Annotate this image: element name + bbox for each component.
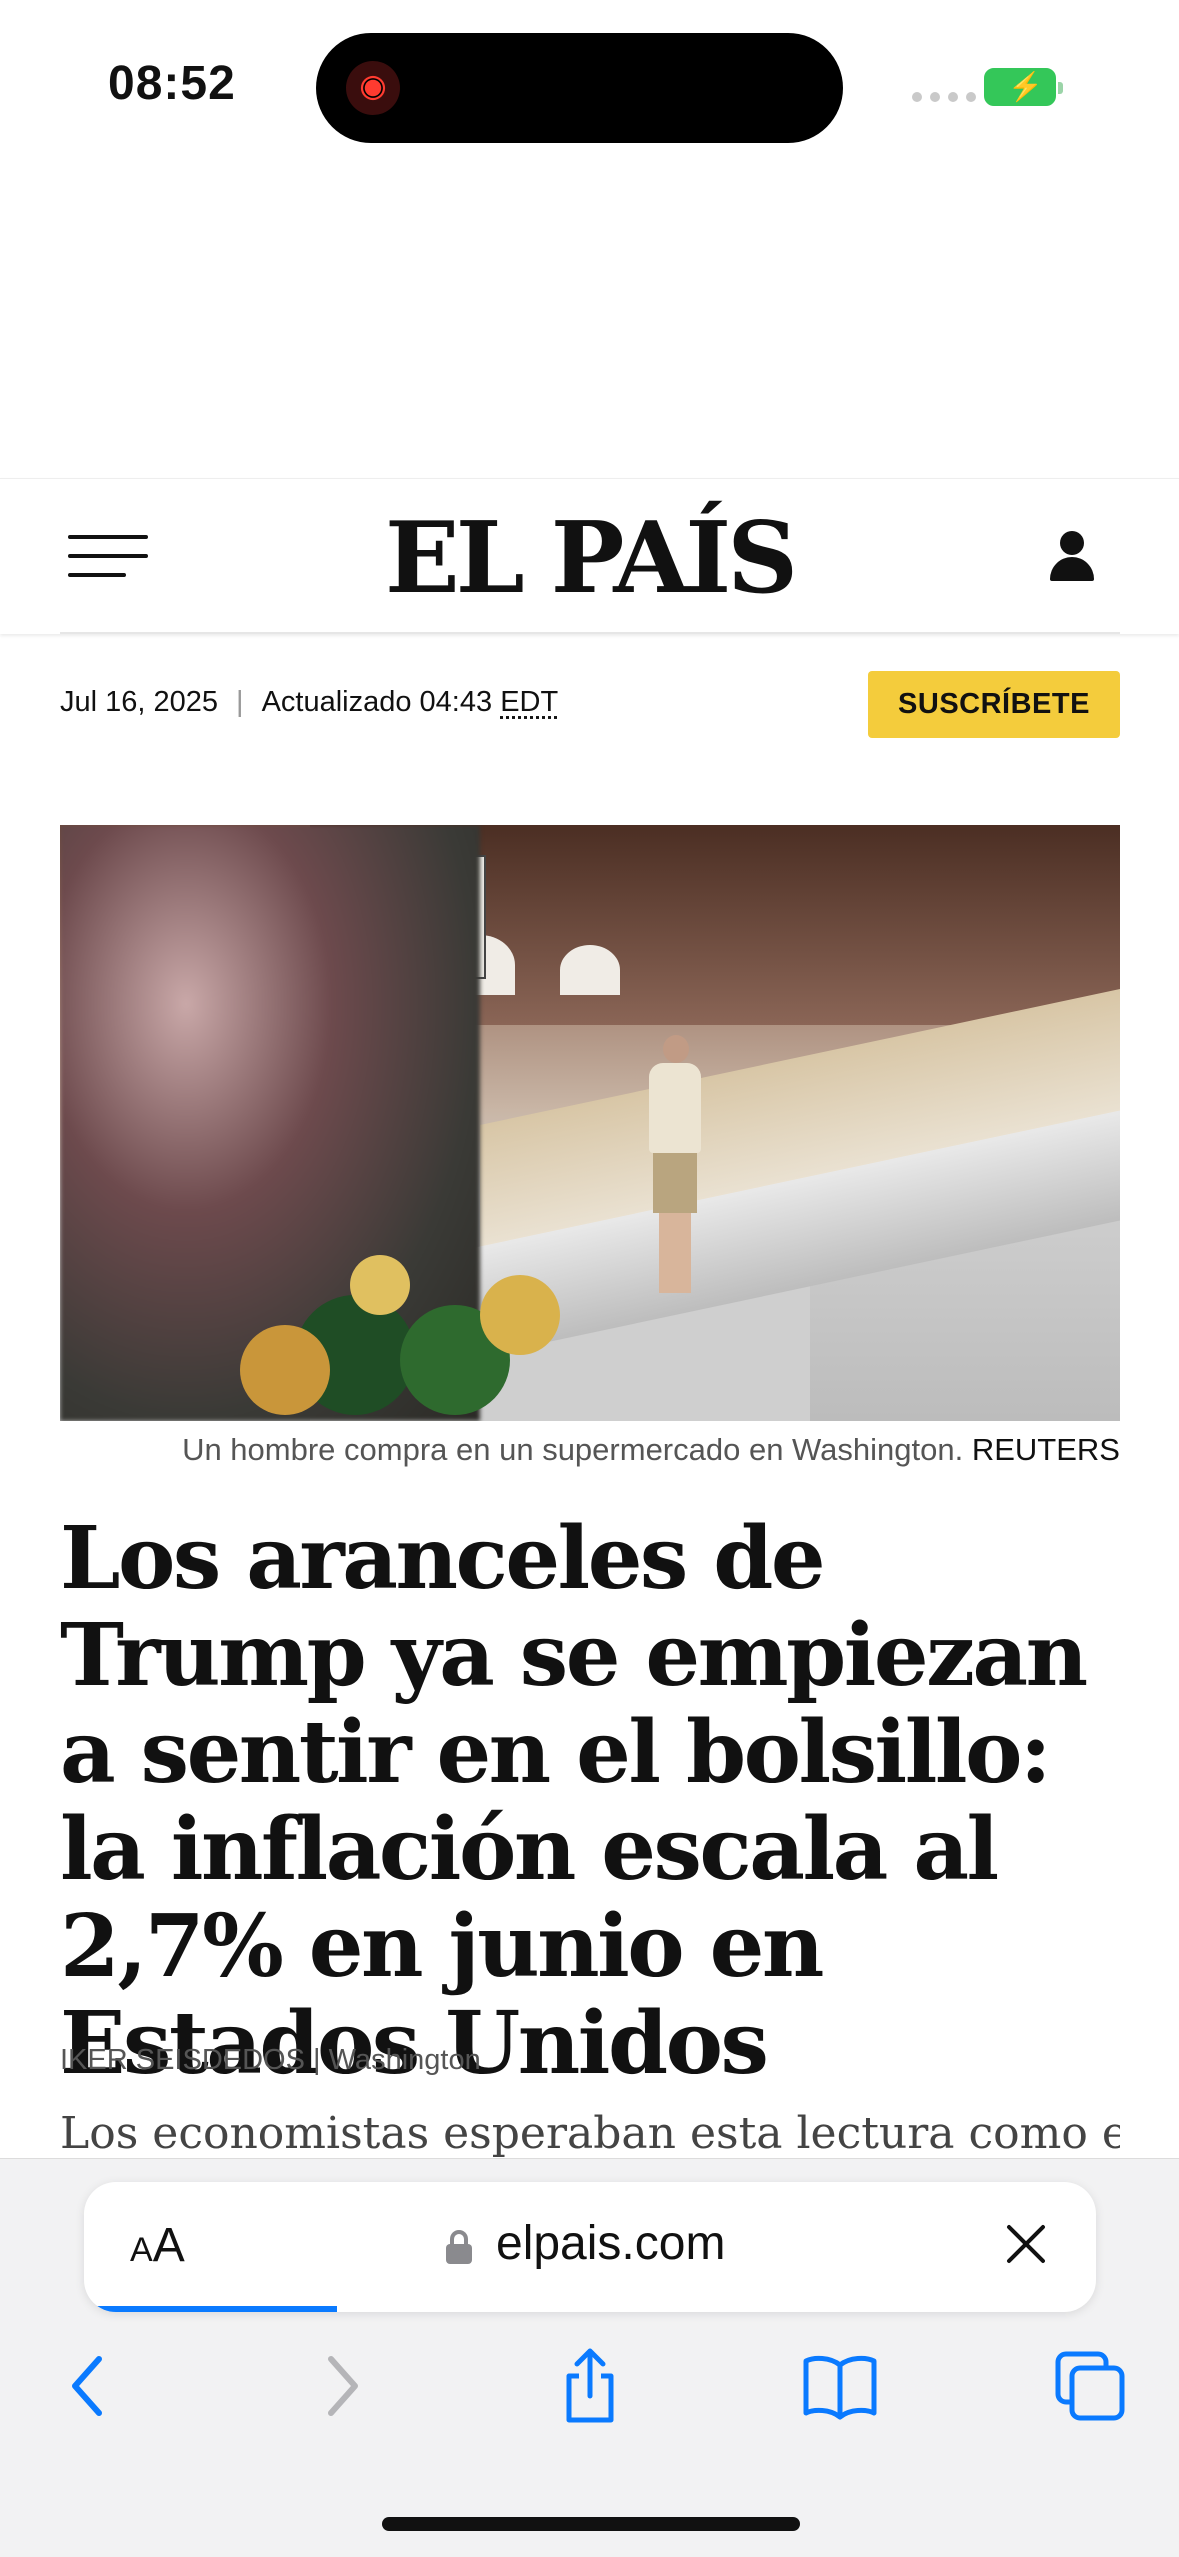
back-button[interactable]	[48, 2346, 128, 2426]
account-icon[interactable]	[1048, 531, 1096, 583]
status-bar: 08:52 ⚡	[0, 0, 1179, 160]
article-headline: Los aranceles de Trump ya se empiezan a …	[60, 1508, 1088, 2094]
share-icon	[566, 2348, 614, 2423]
screen-recording-icon	[346, 61, 400, 115]
battery-charging-icon: ⚡	[984, 68, 1063, 106]
byline: IKER SEISDEDOS | Washington	[60, 2044, 481, 2077]
site-logo[interactable]: EL PAÍS	[0, 501, 1179, 616]
updated-time: Actualizado 04:43	[261, 686, 493, 718]
caption-text: Un hombre compra en un supermercado en W…	[182, 1432, 964, 1467]
forward-button[interactable]	[302, 2346, 382, 2426]
book-icon	[803, 2355, 877, 2420]
page-settings-button[interactable]: AA	[130, 2218, 185, 2273]
bookmarks-button[interactable]	[800, 2346, 880, 2426]
subscribe-button[interactable]: SUSCRÍBETE	[868, 671, 1120, 738]
byline-location: Washington	[328, 2044, 481, 2076]
tabs-icon	[1055, 2351, 1125, 2421]
page-load-progress	[84, 2306, 337, 2312]
photo-caption: Un hombre compra en un supermercado en W…	[60, 1432, 1120, 1468]
site-header: EL PAÍS	[0, 478, 1179, 634]
article-photo[interactable]	[60, 825, 1120, 1421]
lock-icon	[446, 2230, 472, 2264]
tabs-button[interactable]	[1050, 2346, 1130, 2426]
url-domain[interactable]: elpais.com	[496, 2216, 725, 2271]
share-button[interactable]	[550, 2346, 630, 2426]
publish-date: Jul 16, 2025	[60, 686, 219, 718]
address-bar[interactable]: AA elpais.com	[84, 2182, 1096, 2312]
article-lede: Los economistas esperaban esta lectura c…	[60, 2108, 1120, 2159]
timezone-abbr[interactable]: EDT	[500, 686, 558, 719]
header-divider	[60, 632, 1120, 634]
dynamic-island	[316, 33, 843, 143]
cellular-signal-icon	[912, 92, 976, 102]
byline-separator: |	[313, 2044, 321, 2076]
meta-separator: |	[236, 686, 244, 718]
article-meta: Jul 16, 2025 | Actualizado 04:43 EDT	[60, 686, 558, 719]
chevron-left-icon	[72, 2356, 102, 2416]
author-name[interactable]: IKER SEISDEDOS	[60, 2044, 305, 2076]
photo-credit: REUTERS	[971, 1432, 1120, 1467]
chevron-right-icon	[328, 2356, 358, 2416]
home-indicator[interactable]	[382, 2517, 800, 2531]
stop-loading-icon[interactable]	[1004, 2222, 1048, 2266]
status-time: 08:52	[108, 57, 236, 110]
